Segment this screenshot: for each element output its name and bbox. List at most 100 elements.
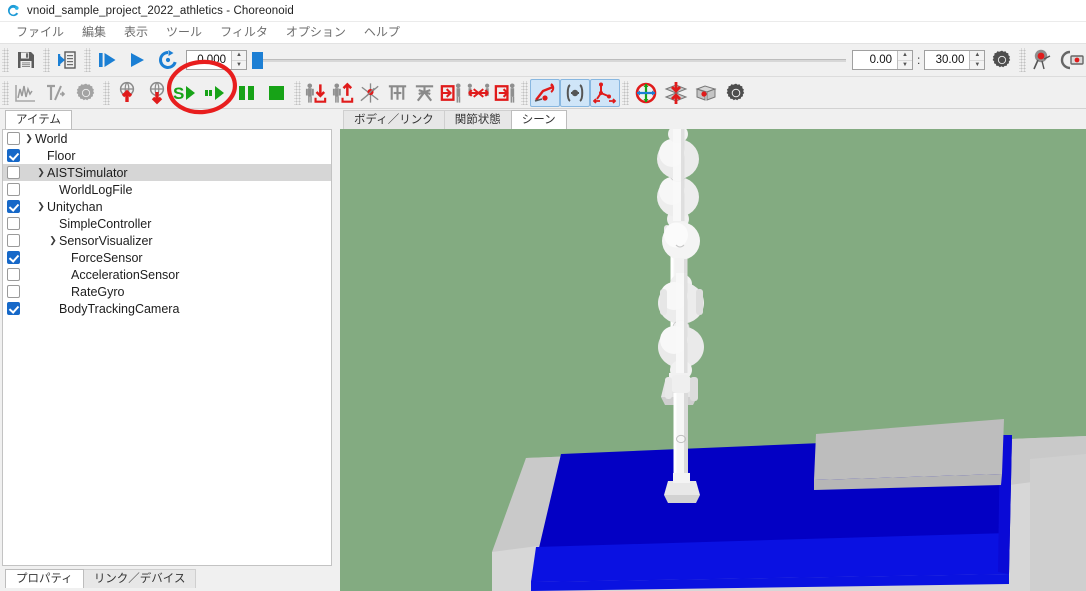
spin-up-icon[interactable]: ▲: [970, 51, 985, 61]
time-spinbox[interactable]: 0.000 ▲ ▼: [186, 50, 247, 70]
tree-item-worldlogfile[interactable]: WorldLogFile: [3, 181, 331, 198]
play-button[interactable]: [123, 46, 153, 74]
wireframe-button[interactable]: [691, 79, 721, 107]
menu-tools[interactable]: ツール: [157, 22, 211, 43]
record-marker-button[interactable]: [1028, 46, 1058, 74]
joint-constraint-button[interactable]: [560, 78, 590, 107]
tree-item-accelerationsensor[interactable]: AccelerationSensor: [3, 266, 331, 283]
tree-item-simplecontroller[interactable]: SimpleController: [3, 215, 331, 232]
toolbar-grip[interactable]: [2, 80, 9, 105]
tree-checkbox[interactable]: [7, 183, 20, 196]
capture-button[interactable]: [1058, 46, 1086, 74]
pause-simulation-button[interactable]: [232, 79, 262, 107]
toolbar-grip[interactable]: [43, 48, 50, 72]
time-slider-knob[interactable]: [252, 52, 263, 69]
graph-button[interactable]: [11, 79, 41, 107]
play-from-start-button[interactable]: [93, 46, 123, 74]
tree-item-rategyro[interactable]: RateGyro: [3, 283, 331, 300]
center-view-button[interactable]: [631, 79, 661, 107]
spin-down-icon[interactable]: ▼: [898, 61, 912, 70]
toolbar-grip[interactable]: [2, 48, 9, 72]
menu-view[interactable]: 表示: [115, 22, 157, 43]
body-stance-button[interactable]: [411, 79, 438, 107]
save-button[interactable]: [11, 46, 41, 74]
stop-simulation-button[interactable]: [262, 79, 292, 107]
tree-checkbox[interactable]: [7, 200, 20, 213]
forward-kinematics-button[interactable]: [530, 78, 560, 107]
toolbar-grip[interactable]: [521, 80, 528, 105]
range-start-value[interactable]: 0.00: [853, 51, 897, 69]
tree-checkbox[interactable]: [7, 166, 20, 179]
tab-body-link[interactable]: ボディ／リンク: [343, 110, 445, 129]
velocity-transform-button[interactable]: [41, 79, 71, 107]
tree-checkbox[interactable]: [7, 234, 20, 247]
restore-initial-state-button[interactable]: [112, 79, 142, 107]
collision-detect-button[interactable]: [661, 79, 691, 107]
menu-options[interactable]: オプション: [277, 22, 355, 43]
body-symmetry-button[interactable]: [384, 79, 411, 107]
tree-checkbox[interactable]: [7, 251, 20, 264]
tree-checkbox[interactable]: [7, 149, 20, 162]
body-symmetry-icon: [388, 84, 407, 100]
time-value[interactable]: 0.000: [187, 51, 231, 69]
chevron-down-icon[interactable]: ❯: [35, 164, 47, 181]
graph-config-button[interactable]: [71, 79, 101, 107]
refresh-seek-button[interactable]: [153, 46, 183, 74]
spin-up-icon[interactable]: ▲: [898, 51, 912, 61]
tab-items[interactable]: アイテム: [5, 110, 72, 129]
range-end-value[interactable]: 30.00: [925, 51, 970, 69]
load-body-pose-button[interactable]: [303, 79, 330, 107]
tree-checkbox[interactable]: [7, 217, 20, 230]
playback-config-button[interactable]: [987, 46, 1017, 74]
mirror-pose-button[interactable]: [465, 79, 492, 107]
spin-up-icon[interactable]: ▲: [232, 51, 246, 61]
tab-scene[interactable]: シーン: [510, 110, 567, 129]
body-origin-button[interactable]: [357, 79, 384, 107]
menu-edit[interactable]: 編集: [73, 22, 115, 43]
menu-file[interactable]: ファイル: [7, 22, 73, 43]
toolbar-grip[interactable]: [294, 80, 301, 105]
tree-item-bodytrackingcamera[interactable]: BodyTrackingCamera: [3, 300, 331, 317]
open-project-button[interactable]: [52, 46, 82, 74]
tree-item-unitychan[interactable]: ❯ Unitychan: [3, 198, 331, 215]
time-slider[interactable]: [252, 51, 846, 69]
range-start-spinbox[interactable]: 0.00 ▲ ▼: [852, 50, 913, 70]
toolbar-grip[interactable]: [103, 80, 110, 105]
copy-pose-in-button[interactable]: [438, 79, 465, 107]
start-simulation-button[interactable]: S: [172, 79, 202, 107]
item-tree[interactable]: ❯ World Floor ❯ AISTSimulator WorldLogFi…: [2, 129, 332, 566]
inverse-kinematics-button[interactable]: [590, 78, 620, 107]
range-end-spin-arrows[interactable]: ▲ ▼: [969, 51, 985, 70]
spin-down-icon[interactable]: ▼: [970, 61, 984, 70]
toolbar-grip[interactable]: [622, 80, 629, 105]
step-simulation-button[interactable]: [202, 79, 232, 107]
chevron-down-icon[interactable]: ❯: [23, 130, 35, 147]
store-initial-state-button[interactable]: [142, 79, 172, 107]
tree-checkbox[interactable]: [7, 268, 20, 281]
tab-links-devices[interactable]: リンク／デバイス: [82, 569, 197, 588]
tree-item-forcesensor[interactable]: ForceSensor: [3, 249, 331, 266]
tab-properties[interactable]: プロパティ: [5, 569, 84, 588]
chevron-down-icon[interactable]: ❯: [35, 198, 47, 215]
tree-item-aistsimulator[interactable]: ❯ AISTSimulator: [3, 164, 331, 181]
copy-pose-out-button[interactable]: [492, 79, 519, 107]
range-start-spin-arrows[interactable]: ▲ ▼: [897, 51, 912, 69]
scene-viewport[interactable]: [340, 129, 1086, 591]
toolbar-grip[interactable]: [1019, 48, 1027, 72]
tree-checkbox[interactable]: [7, 285, 20, 298]
tab-joint-state[interactable]: 関節状態: [443, 110, 512, 129]
scene-config-button[interactable]: [721, 79, 751, 107]
tree-checkbox[interactable]: [7, 132, 20, 145]
tree-item-sensorvisualizer[interactable]: ❯ SensorVisualizer: [3, 232, 331, 249]
menu-help[interactable]: ヘルプ: [355, 22, 409, 43]
chevron-down-icon[interactable]: ❯: [47, 232, 59, 249]
time-spin-arrows[interactable]: ▲ ▼: [231, 51, 246, 69]
tree-item-floor[interactable]: Floor: [3, 147, 331, 164]
tree-item-world[interactable]: ❯ World: [3, 130, 331, 147]
tree-checkbox[interactable]: [7, 302, 20, 315]
save-body-pose-button[interactable]: [330, 79, 357, 107]
range-end-spinbox[interactable]: 30.00 ▲ ▼: [924, 50, 986, 70]
menu-filter[interactable]: フィルタ: [211, 22, 277, 43]
spin-down-icon[interactable]: ▼: [232, 61, 246, 70]
toolbar-grip[interactable]: [84, 48, 91, 72]
